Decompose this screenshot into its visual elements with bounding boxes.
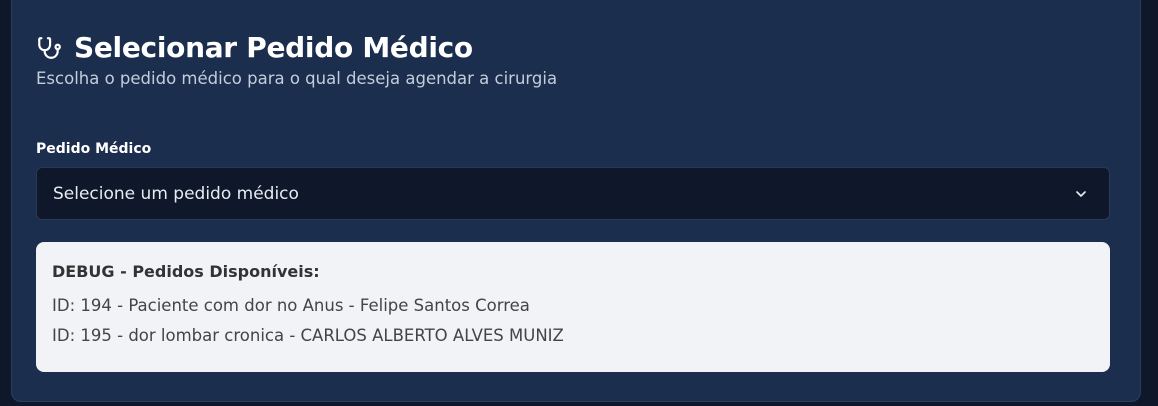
chevron-down-icon [1073,186,1089,202]
page-title: Selecionar Pedido Médico [74,31,473,64]
select-order-card: Selecionar Pedido Médico Escolha o pedid… [11,0,1141,402]
card-header: Selecionar Pedido Médico [36,31,473,64]
page-subtitle: Escolha o pedido médico para o qual dese… [36,69,558,88]
order-select-value: Selecione um pedido médico [53,183,299,204]
debug-list-item: ID: 194 - Paciente com dor no Anus - Fel… [52,296,530,315]
order-select[interactable]: Selecione um pedido médico [36,167,1110,220]
stethoscope-icon [36,35,62,61]
debug-title: DEBUG - Pedidos Disponíveis: [52,262,320,281]
order-field-label: Pedido Médico [36,141,152,157]
debug-list-item: ID: 195 - dor lombar cronica - CARLOS AL… [52,326,564,345]
debug-panel: DEBUG - Pedidos Disponíveis: ID: 194 - P… [36,242,1110,372]
